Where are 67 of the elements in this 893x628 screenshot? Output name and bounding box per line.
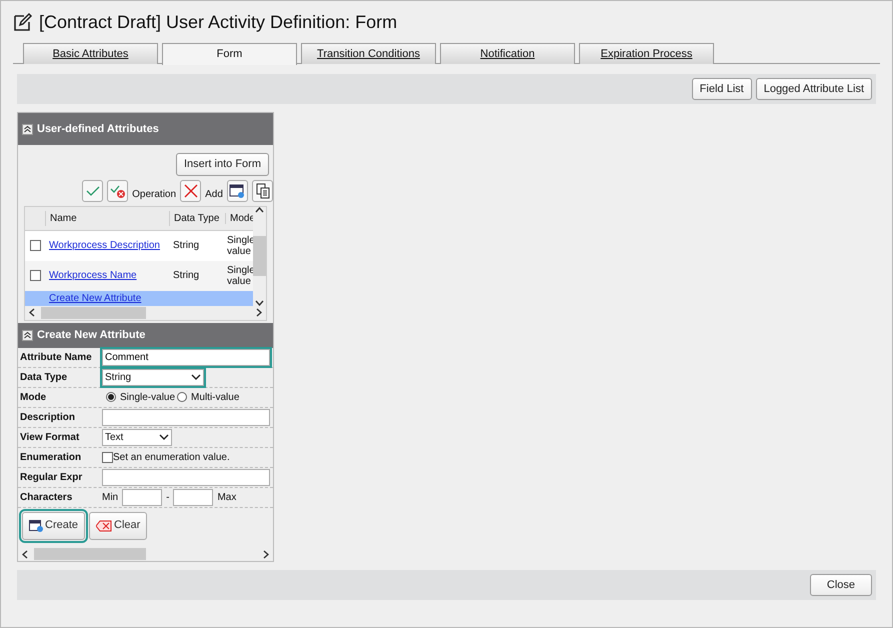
icon-button[interactable] — [252, 180, 274, 202]
dropdown[interactable]: Text — [102, 428, 172, 446]
input-field[interactable] — [122, 488, 162, 506]
collapse-icon[interactable] — [22, 124, 33, 134]
checkbox[interactable] — [30, 270, 40, 281]
scroll-left-icon[interactable] — [22, 550, 28, 558]
toolbar-button[interactable]: Logged Attribute List — [756, 78, 872, 100]
field-label: View Format — [19, 430, 80, 444]
panel-title: User-defined Attributes — [37, 122, 159, 137]
scrollbar-thumb[interactable] — [34, 548, 146, 560]
operation-label: Operation — [132, 188, 176, 202]
scroll-left-icon[interactable] — [29, 308, 35, 317]
edit-icon — [13, 12, 33, 32]
form-add-icon — [229, 182, 246, 198]
tab[interactable]: Expiration Process — [579, 43, 714, 64]
attribute-link[interactable]: Workprocess Name — [49, 270, 137, 281]
radio-option[interactable]: Multi-value — [177, 390, 240, 404]
icon-button[interactable] — [226, 180, 248, 202]
table-cell-text: String — [172, 269, 200, 283]
field-label: Enumeration — [19, 450, 82, 464]
insert-button[interactable]: Insert into Form — [176, 153, 269, 176]
field-label: Attribute Name — [19, 350, 93, 364]
scroll-up-icon[interactable] — [255, 206, 264, 212]
input-field[interactable] — [102, 468, 270, 486]
checkbox[interactable] — [30, 240, 40, 251]
table-cell-text: String — [172, 239, 200, 253]
window-title: [Contract Draft] User Activity Definition: Form — [39, 10, 398, 34]
delete-icon — [182, 182, 199, 198]
caret-icon — [159, 434, 169, 440]
input-field[interactable] — [173, 488, 214, 506]
tab[interactable]: Transition Conditions — [301, 43, 436, 64]
tab[interactable]: Basic Attributes — [23, 43, 158, 64]
radio-option[interactable]: Single-value — [106, 390, 176, 404]
column-header: Data Type — [169, 210, 225, 226]
caret-icon — [191, 374, 201, 380]
table-row[interactable]: Create New Attribute — [25, 290, 253, 306]
add-label: Add — [205, 188, 223, 202]
clear-button[interactable]: Clear — [89, 512, 148, 540]
collapse-icon[interactable] — [22, 330, 33, 340]
dropdown[interactable]: String — [102, 368, 204, 386]
input-field[interactable] — [102, 408, 270, 426]
input-field[interactable]: Comment — [102, 348, 270, 366]
scroll-right-icon[interactable] — [256, 308, 262, 317]
panel-title: Create New Attribute — [37, 328, 146, 343]
tab[interactable]: Notification — [440, 43, 575, 64]
checkbox-option[interactable]: Set an enumeration value. — [102, 450, 230, 464]
attribute-link[interactable]: Workprocess Description — [49, 240, 160, 251]
toolbar-button[interactable]: Field List — [692, 78, 752, 100]
attribute-link[interactable]: Create New Attribute — [45, 291, 142, 306]
form-add-icon — [29, 520, 43, 532]
field-label: Mode — [19, 390, 48, 404]
field-label: Description — [19, 410, 76, 424]
copy-icon — [254, 182, 270, 198]
field-label: Data Type — [19, 370, 68, 384]
eraser-icon — [96, 520, 112, 532]
scrollbar-thumb[interactable] — [253, 236, 266, 276]
field-label: Regular Expr — [19, 470, 84, 484]
column-header: Name — [45, 210, 169, 226]
scroll-down-icon[interactable] — [255, 300, 264, 306]
scroll-right-icon[interactable] — [263, 550, 269, 558]
scrollbar-thumb[interactable] — [41, 306, 146, 318]
field-label: Characters — [19, 490, 74, 504]
close-button[interactable]: Close — [810, 574, 872, 596]
tab[interactable]: Form — [162, 43, 297, 65]
range-dash: - — [165, 490, 170, 504]
max-label: Max — [217, 490, 236, 504]
min-label: Min — [102, 490, 118, 504]
